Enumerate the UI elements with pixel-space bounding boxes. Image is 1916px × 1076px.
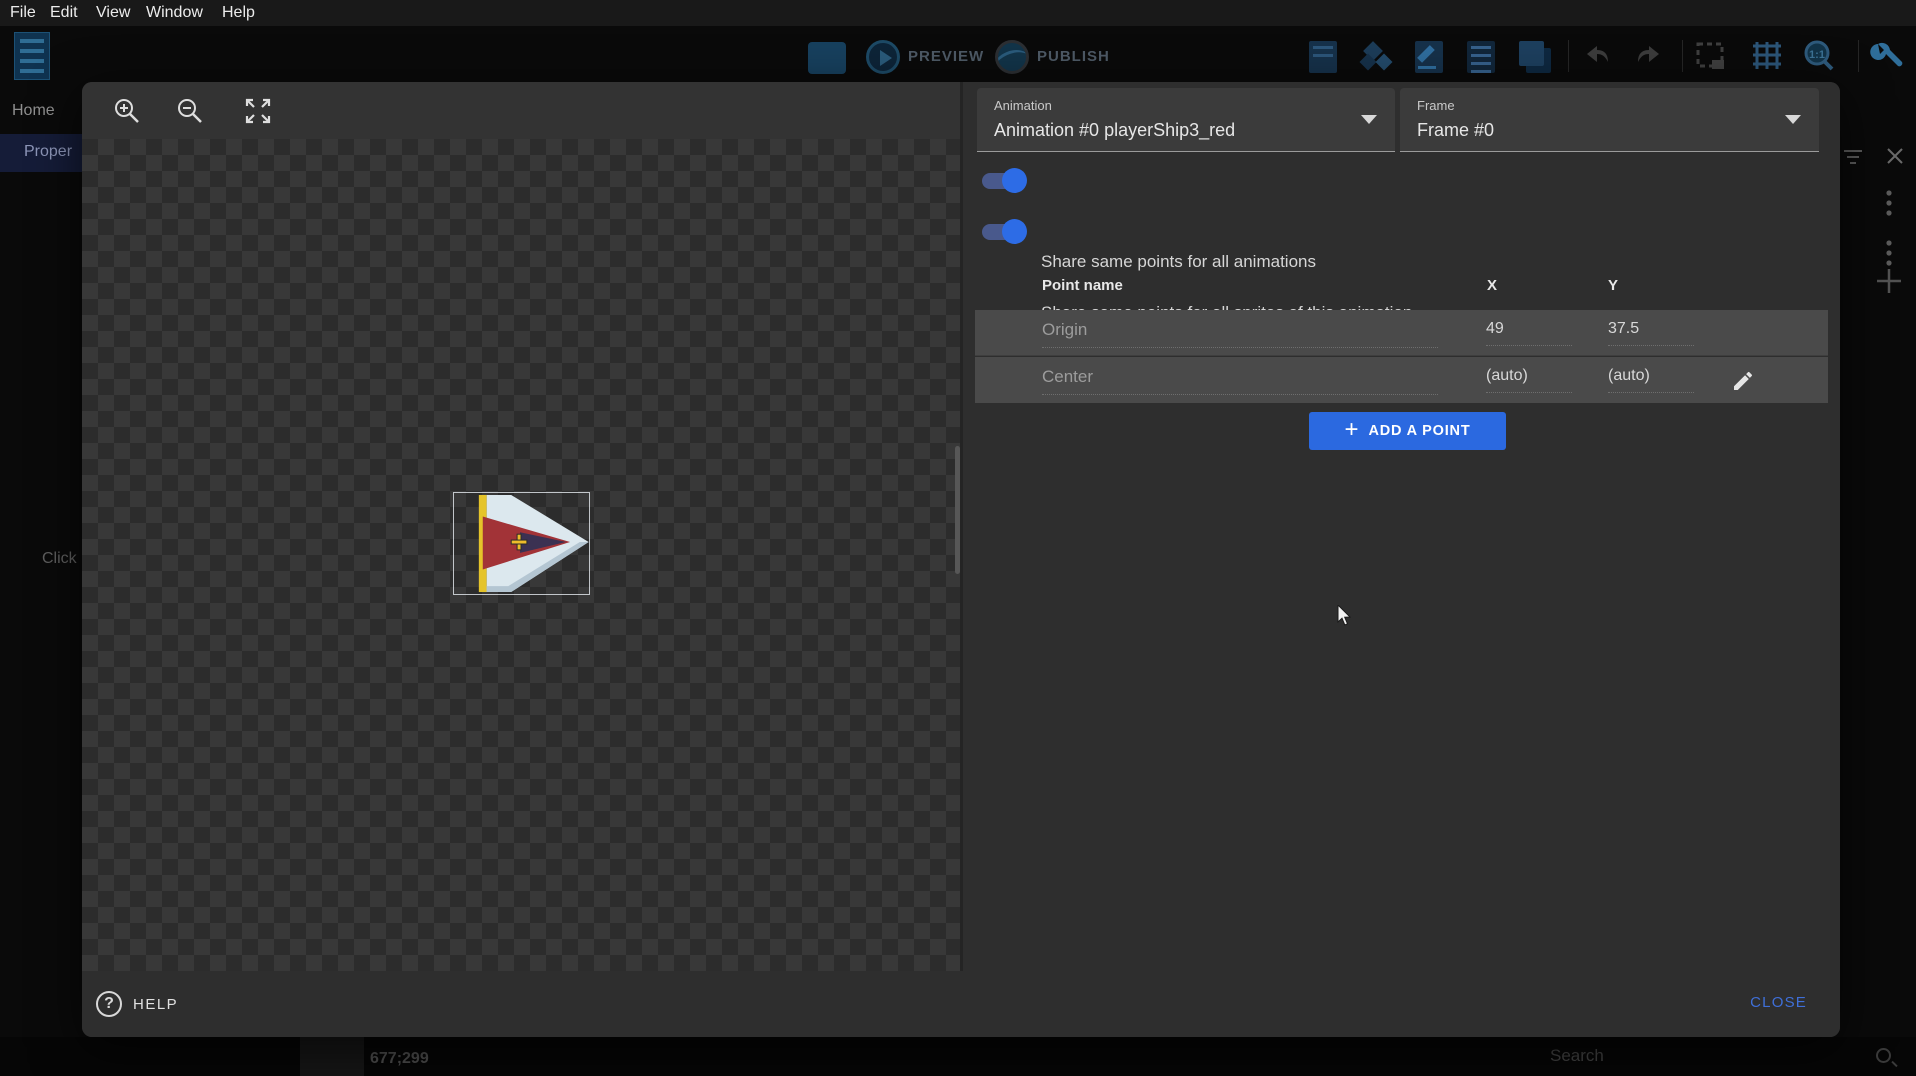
point-y-field[interactable]: (auto) (1608, 367, 1694, 393)
debugger-icon[interactable] (808, 42, 846, 74)
zoom-in-icon (113, 97, 141, 125)
close-button[interactable]: CLOSE (1750, 994, 1807, 1011)
point-x-field[interactable]: (auto) (1486, 367, 1572, 393)
fullscreen-icon (245, 98, 271, 124)
pencil-icon (1731, 369, 1755, 393)
frame-select-value: Frame #0 (1417, 120, 1494, 141)
header-point-name: Point name (1042, 277, 1123, 294)
help-icon: ? (96, 991, 122, 1017)
toggle-thumb (1002, 219, 1027, 244)
canvas-toolbar (82, 82, 960, 139)
points-table-header: Point name X Y (975, 264, 1828, 310)
animation-select-value: Animation #0 playerShip3_red (994, 120, 1235, 141)
animation-select-label: Animation (994, 98, 1052, 113)
grid-icon[interactable] (1748, 38, 1786, 76)
menu-item-help[interactable]: Help (222, 4, 255, 22)
points-panel: Animation Animation #0 playerShip3_red F… (960, 82, 1840, 971)
point-x-field[interactable]: 49 (1486, 320, 1572, 346)
cursor-coordinates: 677;299 (370, 1050, 429, 1068)
svg-text:1:1: 1:1 (1809, 49, 1825, 61)
wrench-icon[interactable] (1868, 38, 1906, 76)
spaceship-sprite (454, 493, 589, 594)
filter-icon[interactable] (1843, 148, 1863, 166)
background-panel-fragment (300, 1035, 364, 1076)
add-a-point-label: ADD A POINT (1369, 423, 1471, 439)
menu-dots-icon[interactable] (1885, 240, 1893, 266)
menu-item-edit[interactable]: Edit (50, 4, 78, 22)
zoom-ratio-icon[interactable]: 1:1 (1800, 38, 1838, 76)
share-points-all-sprites-toggle[interactable] (982, 224, 1024, 240)
point-name-field[interactable]: Origin (1042, 320, 1438, 348)
point-name-field[interactable]: Center (1042, 367, 1438, 395)
chevron-down-icon (1361, 115, 1377, 124)
mask-select-icon[interactable] (1692, 38, 1730, 76)
redo-icon[interactable] (1630, 38, 1668, 76)
share-points-all-animations-toggle[interactable] (982, 173, 1024, 189)
help-label: HELP (133, 996, 178, 1013)
header-y: Y (1608, 277, 1618, 294)
app-window: File Edit View Window Help Home Proper C… (0, 0, 1916, 1076)
table-row-center: Center (auto) (auto) (975, 357, 1828, 403)
status-bar: 677;299 Search (0, 1037, 1916, 1076)
add-icon[interactable] (1876, 268, 1902, 294)
dialog-footer: ? HELP CLOSE (82, 971, 1840, 1037)
header-x: X (1487, 277, 1497, 294)
layers-icon[interactable] (1516, 38, 1554, 76)
objects-cubes-icon[interactable] (1358, 38, 1396, 76)
edit-center-point-button[interactable] (1727, 365, 1759, 397)
frame-select-label: Frame (1417, 98, 1455, 113)
search-input[interactable]: Search (1550, 1046, 1604, 1066)
frame-select[interactable]: Frame Frame #0 (1400, 88, 1819, 152)
project-manager-icon[interactable] (14, 32, 50, 80)
tab-home[interactable]: Home (12, 102, 55, 120)
zoom-out-icon (176, 97, 204, 125)
zoom-in-button[interactable] (107, 91, 147, 131)
menu-dots-icon[interactable] (1885, 190, 1893, 216)
edit-scene-icon[interactable] (1410, 38, 1448, 76)
toolbar-separator (1858, 40, 1859, 72)
tab-properties-label: Proper (24, 143, 72, 161)
toolbar-separator (1682, 40, 1683, 72)
animation-select[interactable]: Animation Animation #0 playerShip3_red (977, 88, 1395, 152)
table-row-origin: Origin 49 37.5 (975, 310, 1828, 356)
menu-item-file[interactable]: File (10, 4, 36, 22)
plus-icon: + (1345, 418, 1359, 442)
sprite-preview[interactable] (453, 492, 590, 595)
tab-properties[interactable]: Proper (0, 134, 82, 172)
undo-icon[interactable] (1578, 38, 1616, 76)
menu-item-view[interactable]: View (96, 4, 130, 22)
menu-item-window[interactable]: Window (146, 4, 203, 22)
points-editor-dialog: Animation Animation #0 playerShip3_red F… (82, 82, 1840, 1037)
preview-play-icon[interactable] (866, 40, 900, 74)
zoom-out-button[interactable] (170, 91, 210, 131)
fit-to-screen-button[interactable] (238, 91, 278, 131)
chevron-down-icon (1785, 115, 1801, 124)
toggle-thumb (1002, 168, 1027, 193)
point-y-field[interactable]: 37.5 (1608, 320, 1694, 346)
publish-button[interactable]: PUBLISH (1037, 48, 1110, 65)
toolbar-separator (1568, 40, 1569, 72)
events-list-icon[interactable] (1462, 38, 1500, 76)
add-object-icon[interactable] (1304, 38, 1342, 76)
menu-bar: File Edit View Window Help (0, 0, 1916, 26)
close-panel-icon[interactable] (1886, 147, 1904, 165)
background-hint-text: Click (42, 550, 77, 568)
search-icon (1876, 1048, 1891, 1063)
add-a-point-button[interactable]: + ADD A POINT (1309, 412, 1506, 450)
help-button[interactable]: ? HELP (96, 987, 178, 1021)
publish-globe-icon[interactable] (995, 40, 1029, 74)
preview-button[interactable]: PREVIEW (908, 48, 984, 65)
